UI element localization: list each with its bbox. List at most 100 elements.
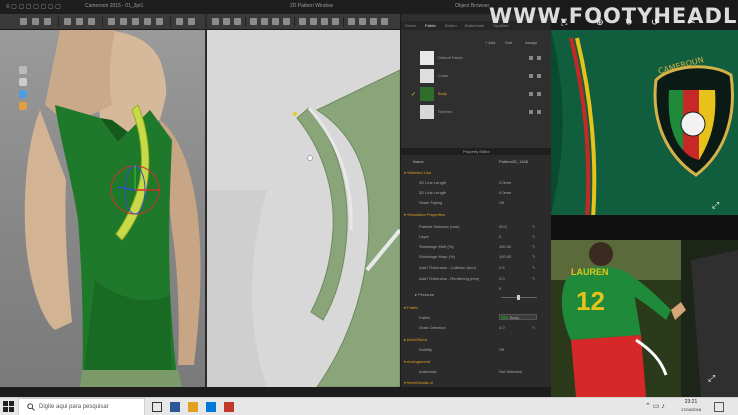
tool-2d-free-sew-icon[interactable] bbox=[310, 18, 317, 25]
prop-value[interactable]: 0.0 bbox=[499, 276, 505, 281]
prop-value[interactable]: 0.0 bbox=[499, 325, 505, 330]
slider-knob[interactable] bbox=[517, 295, 520, 300]
browser-icon[interactable] bbox=[170, 402, 180, 412]
fabric-lock-icon[interactable] bbox=[529, 92, 533, 96]
prop-value[interactable]: Off bbox=[499, 347, 504, 352]
tool-avatar-icon[interactable] bbox=[120, 18, 127, 25]
section-selected-line[interactable]: ▾ Selected Line bbox=[404, 170, 431, 175]
tool-2d-texture-icon[interactable] bbox=[348, 18, 355, 25]
tool-2d-segment-icon[interactable] bbox=[321, 18, 328, 25]
tool-2d-fold-icon[interactable] bbox=[332, 18, 339, 25]
expand-icon-bottom[interactable]: ⤢ bbox=[708, 373, 715, 384]
tool-select-icon[interactable] bbox=[20, 18, 27, 25]
prop-value[interactable]: 0.0mm bbox=[499, 190, 511, 195]
edit-icon[interactable]: ✎ bbox=[532, 254, 535, 259]
tab-button[interactable]: Button bbox=[445, 23, 457, 28]
fabric-swatch bbox=[420, 69, 434, 83]
toolbar-2d bbox=[207, 14, 400, 30]
section-arrangement[interactable]: ▾ Arrangement bbox=[404, 359, 430, 364]
tool-measure-icon[interactable] bbox=[76, 18, 83, 25]
edit-icon[interactable]: ✎ bbox=[532, 265, 535, 270]
section-more-details[interactable]: ▾ MoreDetails.ui bbox=[404, 380, 433, 385]
tool-texture-icon[interactable] bbox=[132, 18, 139, 25]
tool-tack-icon[interactable] bbox=[88, 18, 95, 25]
section-fabric[interactable]: ▾ Fabric bbox=[404, 305, 418, 310]
view-avatar-icon[interactable] bbox=[19, 66, 27, 74]
prop-value[interactable]: 0 bbox=[499, 234, 501, 239]
tool-2d-graphic-icon[interactable] bbox=[359, 18, 366, 25]
fabric-delete-icon[interactable] bbox=[537, 92, 541, 96]
edit-icon[interactable]: ✎ bbox=[532, 325, 535, 330]
fabric-delete-icon[interactable] bbox=[537, 74, 541, 78]
prop-value[interactable]: 100.00 bbox=[499, 254, 511, 259]
tool-pin-icon[interactable] bbox=[64, 18, 71, 25]
fabric-lock-icon[interactable] bbox=[529, 110, 533, 114]
tab-fabric[interactable]: Fabric bbox=[425, 23, 436, 28]
property-editor-title: Property Editor bbox=[401, 148, 552, 155]
tab-scene[interactable]: Scene bbox=[405, 23, 416, 28]
tab-buttonhole[interactable]: Buttonhole bbox=[465, 23, 484, 28]
pressure-slider[interactable] bbox=[501, 295, 537, 300]
fabric-delete-icon[interactable] bbox=[537, 56, 541, 60]
prop-value[interactable]: Off bbox=[499, 200, 504, 205]
section-simulation-properties[interactable]: ▾ Simulation Properties bbox=[404, 212, 445, 217]
add-fabric-button[interactable]: + Add bbox=[485, 40, 495, 45]
tool-2d-trim-icon[interactable] bbox=[370, 18, 377, 25]
view-display-icon[interactable] bbox=[19, 78, 27, 86]
tool-2d-circle-icon[interactable] bbox=[272, 18, 279, 25]
tool-light-icon[interactable] bbox=[188, 18, 195, 25]
viewport-2d[interactable] bbox=[207, 30, 400, 387]
tool-anchor-icon[interactable] bbox=[176, 18, 183, 25]
clo3d-app-icon[interactable] bbox=[224, 402, 234, 412]
fabric-delete-icon[interactable] bbox=[537, 110, 541, 114]
task-view-icon[interactable] bbox=[152, 402, 162, 412]
assign-button[interactable]: Assign bbox=[525, 40, 537, 45]
fabric-lock-icon[interactable] bbox=[529, 74, 533, 78]
store-icon[interactable] bbox=[206, 402, 216, 412]
taskbar-search-input[interactable]: Digite aqui para pesquisar bbox=[18, 398, 145, 415]
name-value[interactable]: Pattern2D_1168 bbox=[499, 159, 528, 164]
edit-icon[interactable]: ✎ bbox=[532, 234, 535, 239]
tool-fold-icon[interactable] bbox=[44, 18, 51, 25]
edit-icon[interactable]: ✎ bbox=[532, 224, 535, 229]
tool-shirt-2-icon[interactable] bbox=[144, 18, 151, 25]
section-bond-skive[interactable]: ▸ Bond/Skive bbox=[404, 337, 427, 342]
taskbar-clock[interactable]: 23:21 17/04/2018 bbox=[671, 399, 711, 413]
tool-2d-internal-icon[interactable] bbox=[283, 18, 290, 25]
tool-2d-select-icon[interactable] bbox=[212, 18, 219, 25]
pressure-value[interactable]: 0 bbox=[499, 286, 501, 291]
tool-shirt-icon[interactable] bbox=[108, 18, 115, 25]
folder-icon[interactable] bbox=[188, 402, 198, 412]
fabric-dropdown[interactable]: Body bbox=[499, 314, 537, 320]
prop-value[interactable]: 20.0 bbox=[499, 224, 507, 229]
prop-value[interactable]: 100.00 bbox=[499, 244, 511, 249]
notification-icon[interactable] bbox=[714, 402, 724, 412]
expand-icon[interactable]: ⤢ bbox=[712, 200, 719, 211]
fabric-item[interactable]: Sleeves bbox=[401, 104, 552, 120]
tool-2d-rectangle-icon[interactable] bbox=[261, 18, 268, 25]
tray-icons[interactable]: ⌃ ▭ ♪ bbox=[645, 402, 665, 410]
prop-value[interactable]: 2.5 bbox=[499, 265, 505, 270]
view-fabric-icon[interactable] bbox=[19, 90, 27, 98]
viewport-3d[interactable] bbox=[0, 30, 205, 387]
fabric-item-selected[interactable]: ✓ Body bbox=[401, 86, 552, 102]
prop-value[interactable]: 0.0mm bbox=[499, 180, 511, 185]
prop-value[interactable]: Not Selected bbox=[499, 369, 522, 374]
sort-button[interactable]: Sort bbox=[505, 40, 512, 45]
fabric-item[interactable]: Collar bbox=[401, 68, 552, 84]
tool-2d-pin-icon[interactable] bbox=[381, 18, 388, 25]
windows-start-icon[interactable] bbox=[3, 401, 14, 412]
edit-icon[interactable]: ✎ bbox=[532, 276, 535, 281]
tool-2d-transform-icon[interactable] bbox=[223, 18, 230, 25]
tool-2d-sew-icon[interactable] bbox=[299, 18, 306, 25]
pressure-label: ▸ Pressure bbox=[415, 292, 435, 297]
tool-2d-edit-icon[interactable] bbox=[234, 18, 241, 25]
tool-shirt-3-icon[interactable] bbox=[156, 18, 163, 25]
edit-icon[interactable]: ✎ bbox=[532, 244, 535, 249]
menu-icons[interactable]: ≡ ▢ ▢ ▢ ▢ ▢ ▢ ▢ bbox=[6, 3, 61, 10]
fabric-lock-icon[interactable] bbox=[529, 56, 533, 60]
fabric-item[interactable]: Default Fabric bbox=[401, 50, 552, 66]
view-pose-icon[interactable] bbox=[19, 102, 27, 110]
tool-move-icon[interactable] bbox=[32, 18, 39, 25]
tool-2d-polygon-icon[interactable] bbox=[250, 18, 257, 25]
